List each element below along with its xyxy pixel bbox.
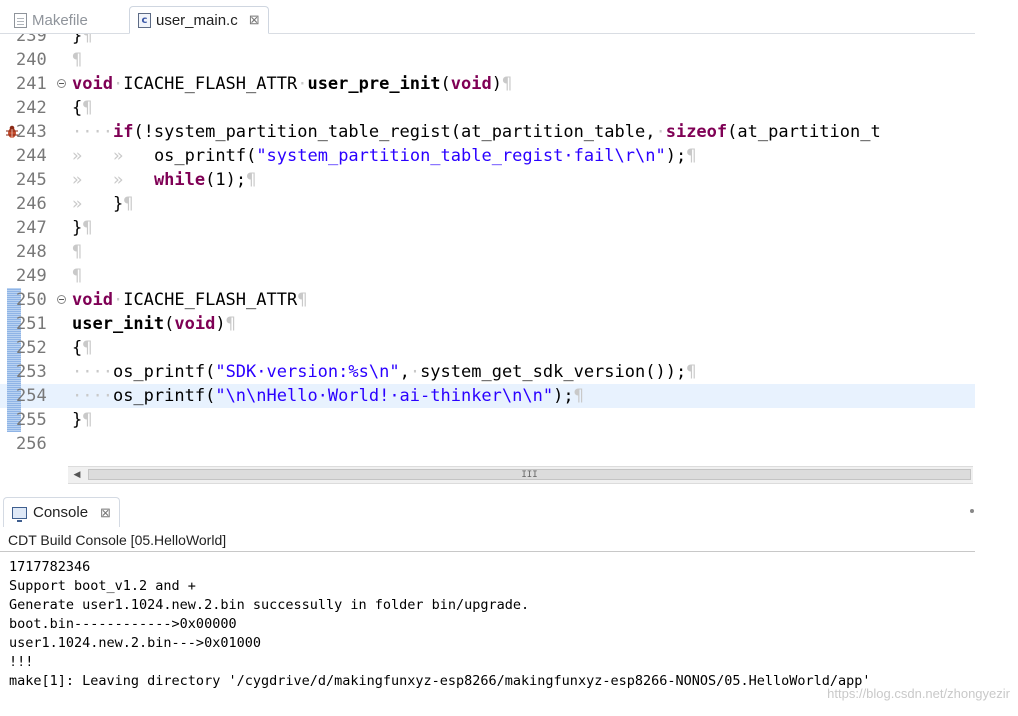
- code-line[interactable]: 249 ¶: [0, 264, 975, 288]
- code-text: }¶: [72, 34, 93, 46]
- line-number: 247: [16, 218, 47, 238]
- fold-toggle-icon[interactable]: [57, 295, 66, 304]
- console-line: 1717782346: [9, 559, 91, 575]
- code-text: » » while(1);¶: [72, 170, 257, 190]
- tab-makefile-label: Makefile: [32, 11, 88, 29]
- makefile-file-icon: [14, 12, 27, 28]
- code-text: {¶: [72, 338, 93, 358]
- code-text: » » os_printf("system_partition_table_re…: [72, 146, 697, 166]
- line-number: 240: [16, 50, 47, 70]
- code-line[interactable]: 240 ¶: [0, 48, 975, 72]
- console-line: !!!: [9, 654, 34, 670]
- scrollbar-thumb[interactable]: III: [88, 469, 971, 480]
- fold-toggle-icon[interactable]: [57, 79, 66, 88]
- line-number: 239: [16, 34, 47, 46]
- code-line[interactable]: 242 {¶: [0, 96, 975, 120]
- code-line[interactable]: 239 }¶: [0, 34, 975, 48]
- code-line[interactable]: 247 }¶: [0, 216, 975, 240]
- code-line[interactable]: 241 void·ICACHE_FLASH_ATTR·user_pre_init(…: [0, 72, 975, 96]
- code-text: }¶: [72, 410, 93, 430]
- console-tab-bar: Console ⊠: [0, 497, 975, 527]
- code-line[interactable]: 245 » » while(1);¶: [0, 168, 975, 192]
- code-line[interactable]: 250 void·ICACHE_FLASH_ATTR¶: [0, 288, 975, 312]
- console-line: Generate user1.1024.new.2.bin successull…: [9, 597, 530, 613]
- line-number: 254: [16, 386, 47, 406]
- code-line[interactable]: 256: [0, 432, 975, 456]
- line-number: 251: [16, 314, 47, 334]
- line-number: 249: [16, 266, 47, 286]
- console-line: make[1]: Leaving directory '/cygdrive/d/…: [9, 673, 871, 689]
- watermark: https://blog.csdn.net/zhongyezir: [827, 686, 1010, 701]
- code-text: ····os_printf("\n\nHello·World!·ai-think…: [72, 386, 584, 406]
- line-number: 241: [16, 74, 47, 94]
- close-tab-icon[interactable]: ⊠: [249, 12, 260, 28]
- console-line: user1.1024.new.2.bin--->0x01000: [9, 635, 261, 651]
- code-text: ¶: [72, 242, 83, 262]
- code-line[interactable]: 251 user_init(void)¶: [0, 312, 975, 336]
- c-file-icon: c: [138, 12, 151, 28]
- console-title: CDT Build Console [05.HelloWorld]: [8, 532, 227, 548]
- console-line: boot.bin------------>0x00000: [9, 616, 237, 632]
- view-menu-icon[interactable]: [970, 509, 974, 513]
- tab-user-main-c-label: user_main.c: [156, 11, 238, 29]
- line-number: 250: [16, 290, 47, 310]
- code-text: void·ICACHE_FLASH_ATTR·user_pre_init(voi…: [72, 74, 513, 94]
- error-marker-icon[interactable]: [5, 124, 19, 140]
- console-tab-label: Console: [33, 504, 89, 521]
- code-text: ¶: [72, 266, 83, 286]
- editor-tab-bar: Makefile c user_main.c ⊠: [0, 0, 975, 34]
- code-text: ····if(!system_partition_table_regist(at…: [72, 122, 881, 142]
- line-number: 242: [16, 98, 47, 118]
- code-text: user_init(void)¶: [72, 314, 236, 334]
- code-line[interactable]: 255 }¶: [0, 408, 975, 432]
- code-line[interactable]: 244 » » os_printf("system_partition_table…: [0, 144, 975, 168]
- code-line[interactable]: 246 » }¶: [0, 192, 975, 216]
- console-line: Support boot_v1.2 and +: [9, 578, 196, 594]
- code-text: » }¶: [72, 194, 134, 214]
- code-line[interactable]: 252 {¶: [0, 336, 975, 360]
- code-editor[interactable]: 239 }¶ 240 ¶ 241 void·ICACHE_FLASH_ATTR·user_…: [0, 34, 975, 464]
- ide-window: Makefile c user_main.c ⊠ 239 }¶ 240 ¶ 241 voi…: [0, 0, 1018, 716]
- tab-makefile[interactable]: Makefile: [6, 6, 96, 34]
- code-text: ····os_printf("SDK·version:%s\n",·system…: [72, 362, 697, 382]
- code-text: {¶: [72, 98, 93, 118]
- horizontal-scrollbar[interactable]: ◀ III: [68, 466, 973, 484]
- scrollbar-grip: III: [521, 469, 538, 480]
- tab-user-main-c[interactable]: c user_main.c ⊠: [129, 6, 269, 34]
- code-line[interactable]: 248 ¶: [0, 240, 975, 264]
- code-line[interactable]: 254 ····os_printf("\n\nHello·World!·ai-th…: [0, 384, 975, 408]
- line-number: 246: [16, 194, 47, 214]
- line-number: 248: [16, 242, 47, 262]
- line-number: 256: [16, 434, 47, 454]
- code-line[interactable]: 243 ····if(!system_partition_table_regist…: [0, 120, 975, 144]
- scroll-left-arrow-icon[interactable]: ◀: [68, 467, 86, 483]
- line-number: 245: [16, 170, 47, 190]
- line-number: 244: [16, 146, 47, 166]
- tab-console[interactable]: Console ⊠: [3, 497, 120, 527]
- line-number: 253: [16, 362, 47, 382]
- console-divider: [0, 551, 975, 552]
- console-icon: [12, 506, 27, 522]
- close-console-icon[interactable]: ⊠: [100, 505, 111, 521]
- line-number: 255: [16, 410, 47, 430]
- line-number: 243: [16, 122, 47, 142]
- code-line[interactable]: 253 ····os_printf("SDK·version:%s\n",·sys…: [0, 360, 975, 384]
- code-text: ¶: [72, 50, 83, 70]
- console-output[interactable]: 1717782346 Support boot_v1.2 and + Generat…: [9, 558, 969, 691]
- code-text: }¶: [72, 218, 93, 238]
- code-text: void·ICACHE_FLASH_ATTR¶: [72, 290, 308, 310]
- line-number: 252: [16, 338, 47, 358]
